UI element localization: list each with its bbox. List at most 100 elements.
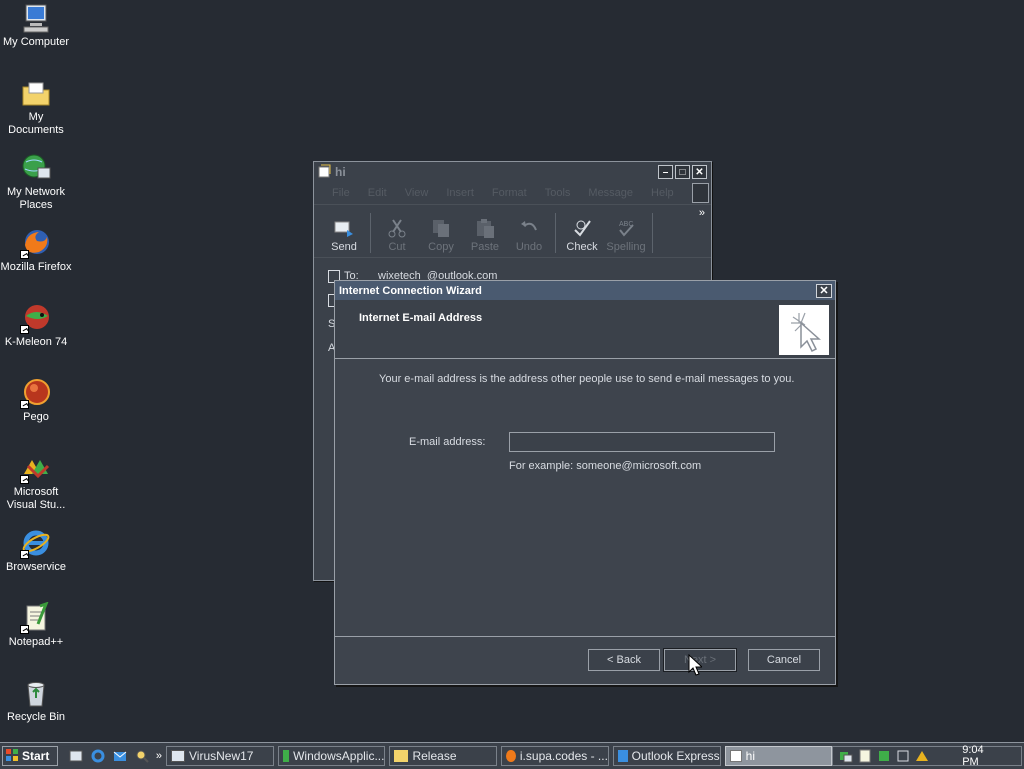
- menu-help[interactable]: Help: [651, 187, 674, 199]
- desktop-icon-my-documents[interactable]: My Documents: [0, 77, 72, 137]
- computer-icon: [20, 2, 52, 34]
- menu-edit[interactable]: Edit: [368, 187, 387, 199]
- taskbar: Start » VirusNew17 WindowsApplic... Rele…: [0, 742, 1024, 769]
- menu-message[interactable]: Message: [588, 187, 633, 199]
- search-icon[interactable]: [134, 748, 150, 764]
- desktop-icon-browservice[interactable]: Browservice: [0, 527, 72, 574]
- clock[interactable]: 9:04 PM: [962, 744, 1003, 768]
- task-label: Outlook Express: [631, 749, 720, 763]
- menu-format[interactable]: Format: [492, 187, 527, 199]
- taskbar-item-hi[interactable]: hi: [724, 746, 833, 766]
- app-tray-icon[interactable]: [877, 749, 891, 763]
- desktop-icon-my-network-places[interactable]: My Network Places: [0, 152, 72, 212]
- desktop-icon-recycle-bin[interactable]: Recycle Bin: [0, 677, 72, 724]
- copy-icon: [433, 220, 449, 237]
- spelling-button[interactable]: ABC Spelling: [604, 218, 648, 253]
- desktop-icon-pego[interactable]: Pego: [0, 377, 72, 424]
- visual-studio-icon: [20, 452, 52, 484]
- paste-icon: [477, 219, 494, 238]
- ie-icon: [20, 527, 52, 559]
- wizard-titlebar[interactable]: Internet Connection Wizard ✕: [335, 281, 835, 300]
- firefox-icon: [506, 750, 516, 762]
- close-button[interactable]: ✕: [692, 165, 707, 179]
- cancel-button[interactable]: Cancel: [748, 649, 820, 671]
- toolbar-overflow-icon[interactable]: »: [699, 207, 705, 219]
- network-icon: [20, 152, 52, 184]
- copy-button[interactable]: Copy: [419, 218, 463, 253]
- desktop-icon-k-meleon[interactable]: K-Meleon 74: [0, 302, 72, 349]
- desktop-icon-my-computer[interactable]: My Computer: [0, 2, 72, 49]
- mouse-cursor-icon: [688, 654, 702, 676]
- paste-button[interactable]: Paste: [463, 218, 507, 253]
- taskbar-item-outlook-express[interactable]: Outlook Express: [612, 746, 721, 766]
- minimize-button[interactable]: –: [658, 165, 673, 179]
- wizard-title: Internet Connection Wizard: [339, 284, 482, 297]
- back-button[interactable]: < Back: [588, 649, 660, 671]
- email-address-label: E-mail address:: [409, 436, 486, 448]
- task-label: VirusNew17: [189, 749, 254, 763]
- wizard-close-button[interactable]: ✕: [816, 283, 832, 298]
- toolbar-separator: [555, 213, 556, 253]
- menu-file[interactable]: File: [332, 187, 350, 199]
- taskbar-item-isupa-codes[interactable]: i.supa.codes - ...: [501, 746, 609, 766]
- desktop-icon-label: My Network Places: [6, 186, 66, 211]
- wizard-description: Your e-mail address is the address other…: [379, 373, 795, 385]
- ie-icon[interactable]: [90, 748, 106, 764]
- task-label: WindowsApplic...: [293, 749, 385, 763]
- cut-icon: [388, 219, 406, 238]
- shortcut-arrow-icon: [20, 550, 29, 559]
- check-icon: [574, 220, 591, 237]
- email-address-input[interactable]: [509, 432, 775, 452]
- desktop-icon-label: My Computer: [2, 36, 70, 48]
- message-icon: [729, 750, 742, 762]
- taskbar-item-release[interactable]: Release: [389, 746, 498, 766]
- outlook-icon[interactable]: [112, 748, 128, 764]
- desktop-icon-mozilla-firefox[interactable]: Mozilla Firefox: [0, 227, 72, 274]
- network-tray-icon[interactable]: [839, 749, 853, 763]
- desktop-icon-label: Pego: [23, 411, 49, 423]
- desktop-icon-label: Recycle Bin: [6, 711, 66, 723]
- outlook-icon: [617, 750, 628, 762]
- menu-tools[interactable]: Tools: [545, 187, 571, 199]
- start-button[interactable]: Start: [2, 746, 58, 766]
- check-button[interactable]: Check: [560, 218, 604, 253]
- firefox-icon: [20, 227, 52, 259]
- quick-launch: »: [68, 748, 162, 764]
- internet-connection-wizard[interactable]: Internet Connection Wizard ✕ Internet E-…: [334, 280, 836, 685]
- visual-studio-tray-icon[interactable]: [915, 749, 929, 763]
- menu-insert[interactable]: Insert: [446, 187, 474, 199]
- task-label: hi: [745, 749, 756, 763]
- send-button[interactable]: Send: [322, 218, 366, 253]
- recycle-bin-icon: [20, 677, 52, 709]
- windows-logo-icon: [5, 748, 19, 765]
- cut-label: Cut: [388, 241, 406, 253]
- cut-button[interactable]: Cut: [375, 218, 419, 253]
- desktop-icon-label: Mozilla Firefox: [0, 261, 72, 273]
- message-icon: [318, 164, 332, 181]
- desktop-icon-visual-studio[interactable]: Microsoft Visual Stu...: [0, 452, 72, 512]
- taskbar-item-windowsapplic[interactable]: WindowsApplic...: [277, 746, 386, 766]
- desktop-icon-label: Browservice: [6, 561, 66, 573]
- taskbar-item-virusnew17[interactable]: VirusNew17: [166, 746, 274, 766]
- message-window-titlebar[interactable]: hi – □ ✕: [314, 162, 711, 182]
- notepad-tray-icon[interactable]: [858, 749, 872, 763]
- visual-studio-icon: [282, 750, 290, 762]
- menu-view[interactable]: View: [405, 187, 429, 199]
- window-tray-icon[interactable]: [896, 749, 910, 763]
- desktop-icon-label: K-Meleon 74: [4, 336, 68, 348]
- quick-launch-overflow-icon[interactable]: »: [156, 750, 162, 762]
- undo-button[interactable]: Undo: [507, 218, 551, 253]
- shortcut-arrow-icon: [20, 400, 29, 409]
- check-label: Check: [566, 241, 598, 253]
- maximize-button[interactable]: □: [675, 165, 690, 179]
- show-desktop-icon[interactable]: [68, 748, 84, 764]
- system-tray: 9:04 PM: [832, 744, 1022, 768]
- desktop-icon-notepad-plus-plus[interactable]: Notepad++: [0, 601, 72, 649]
- task-label: i.supa.codes - ...: [519, 749, 608, 763]
- menu-bar: File Edit View Insert Format Tools Messa…: [314, 182, 711, 205]
- shortcut-arrow-icon: [20, 250, 29, 259]
- windows-logo-icon: [691, 183, 709, 203]
- shortcut-arrow-icon: [20, 475, 29, 484]
- folder-icon: [20, 77, 52, 109]
- send-icon: [334, 221, 353, 237]
